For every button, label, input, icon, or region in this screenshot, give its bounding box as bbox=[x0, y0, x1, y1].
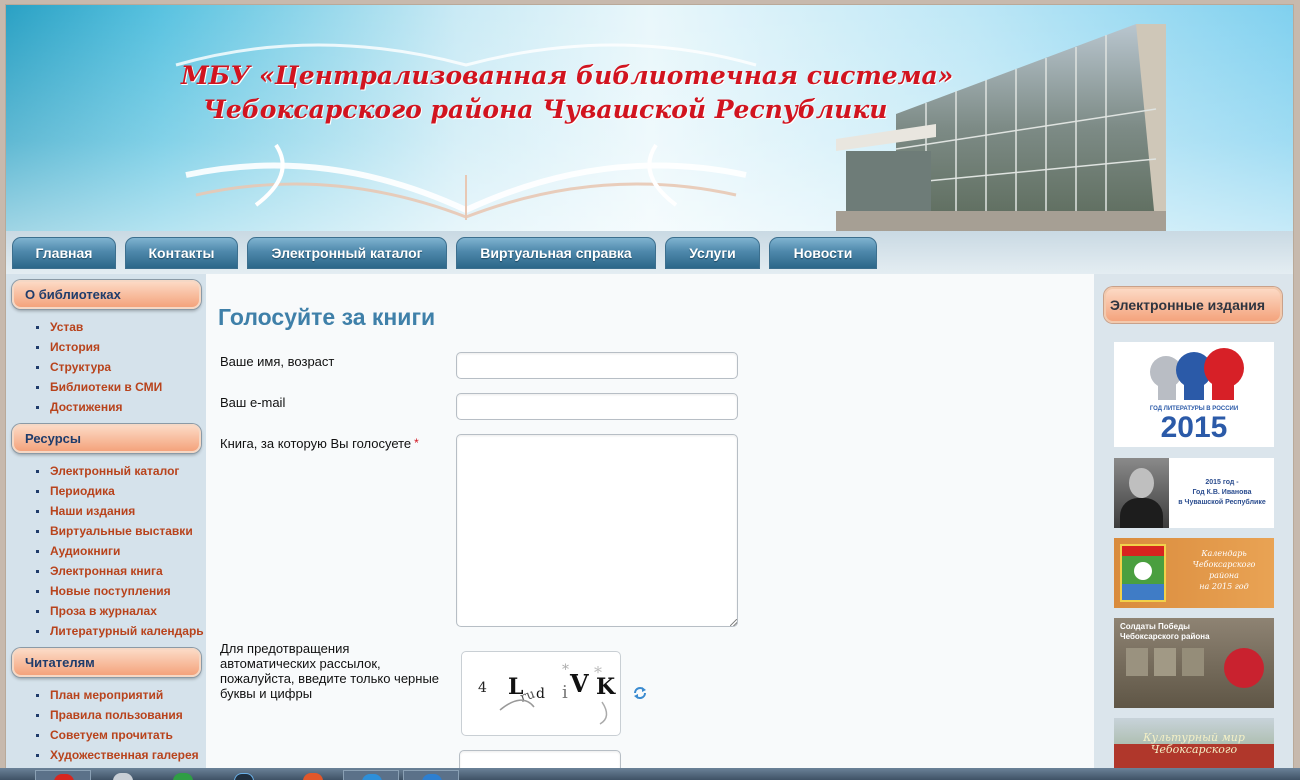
svg-text:d: d bbox=[536, 686, 545, 702]
sidebar-item-prose[interactable]: Проза в журналах bbox=[36, 604, 157, 618]
taskbar-app7[interactable] bbox=[403, 770, 459, 780]
left-sidebar: О библиотеках Устав История Структура Би… bbox=[6, 274, 206, 779]
right-sidebar: Электронные издания ГОД ЛИТЕРАТУРЫ В РОС… bbox=[1094, 274, 1293, 779]
main-nav: Главная Контакты Электронный каталог Вир… bbox=[6, 231, 1293, 274]
captcha-image: 4 L ru d i V K * * bbox=[461, 651, 621, 736]
sidebar-item-publications[interactable]: Наши издания bbox=[36, 504, 135, 518]
nav-e-catalog[interactable]: Электронный каталог bbox=[247, 237, 447, 269]
svg-text:*: * bbox=[594, 663, 602, 682]
sidebar-item-gallery[interactable]: Художественная галерея bbox=[36, 748, 199, 762]
sidebar-item-e-catalog[interactable]: Электронный каталог bbox=[36, 464, 179, 478]
refresh-captcha-icon[interactable] bbox=[633, 686, 647, 700]
carnations-image bbox=[1224, 648, 1264, 688]
sidebar-item-charter[interactable]: Устав bbox=[36, 320, 83, 334]
monitor-icon bbox=[234, 773, 254, 780]
svg-text:*: * bbox=[562, 662, 569, 678]
captcha-label: Для предотвращения автоматических рассыл… bbox=[220, 641, 440, 701]
banner-victory-soldiers[interactable]: Солдаты Победы Чебоксарского района bbox=[1114, 618, 1274, 708]
svg-text:i: i bbox=[562, 682, 568, 703]
sidebar-item-recommend[interactable]: Советуем прочитать bbox=[36, 728, 173, 742]
sidebar-item-periodicals[interactable]: Периодика bbox=[36, 484, 115, 498]
app-icon bbox=[362, 774, 382, 780]
name-input[interactable] bbox=[456, 352, 738, 379]
svg-text:V: V bbox=[569, 669, 589, 698]
folder-icon bbox=[113, 773, 133, 780]
app-icon bbox=[173, 773, 193, 780]
taskbar-app3[interactable] bbox=[155, 770, 211, 780]
sidebar-item-audiobooks[interactable]: Аудиокниги bbox=[36, 544, 120, 558]
e-publications-title: Электронные издания bbox=[1104, 287, 1282, 323]
header-title-line2: Чебоксарского района Чувашской Республик… bbox=[203, 95, 888, 124]
required-marker: * bbox=[414, 436, 419, 450]
sidebar-item-new-arrivals[interactable]: Новые поступления bbox=[36, 584, 171, 598]
nav-services[interactable]: Услуги bbox=[665, 237, 760, 269]
main-content: Голосуйте за книги Ваше имя, возраст Ваш… bbox=[206, 274, 1094, 779]
site-header: МБУ «Централизованная библиотечная систе… bbox=[6, 5, 1293, 231]
sidebar-item-virtual-exhibitions[interactable]: Виртуальные выставки bbox=[36, 524, 193, 538]
taskbar-files[interactable] bbox=[95, 770, 151, 780]
sidebar-item-lit-calendar[interactable]: Литературный календарь bbox=[36, 624, 204, 638]
captcha-glyphs: 4 L ru d i V K * * bbox=[478, 662, 616, 725]
nav-home[interactable]: Главная bbox=[12, 237, 116, 269]
app-icon bbox=[422, 774, 442, 780]
sidebar-item-media[interactable]: Библиотеки в СМИ bbox=[36, 380, 162, 394]
book-label: Книга, за которую Вы голосуете * bbox=[220, 436, 419, 451]
sidebar-section-about[interactable]: О библиотеках bbox=[12, 280, 201, 309]
banner-district-calendar[interactable]: Календарь Чебоксарского района на 2015 г… bbox=[1114, 538, 1274, 608]
sidebar-section-readers[interactable]: Читателям bbox=[12, 648, 201, 677]
email-input[interactable] bbox=[456, 393, 738, 420]
nav-news[interactable]: Новости bbox=[769, 237, 877, 269]
email-label: Ваш e-mail bbox=[220, 395, 286, 410]
nav-virtual-help[interactable]: Виртуальная справка bbox=[456, 237, 656, 269]
banner-year-of-literature[interactable]: ГОД ЛИТЕРАТУРЫ В РОССИИ 2015 bbox=[1114, 342, 1274, 447]
browser-page: МБУ «Централизованная библиотечная систе… bbox=[5, 4, 1294, 780]
book-textarea-wrap bbox=[456, 434, 738, 627]
book-textarea[interactable] bbox=[456, 434, 738, 627]
name-label: Ваше имя, возраст bbox=[220, 354, 335, 369]
resize-handle-icon[interactable] bbox=[730, 619, 737, 626]
library-building-photo bbox=[836, 24, 1166, 231]
sidebar-item-rules[interactable]: Правила пользования bbox=[36, 708, 183, 722]
svg-text:4: 4 bbox=[478, 680, 487, 696]
banner-ivanov-year[interactable]: 2015 год - Год К.В. Иванова в Чувашской … bbox=[1114, 458, 1274, 528]
sidebar-item-events[interactable]: План мероприятий bbox=[36, 688, 163, 702]
portrait-photo bbox=[1114, 458, 1169, 528]
taskbar-app4[interactable] bbox=[230, 770, 286, 780]
sidebar-item-achievements[interactable]: Достижения bbox=[36, 400, 122, 414]
opera-icon bbox=[54, 774, 74, 780]
page-title: Голосуйте за книги bbox=[218, 304, 436, 330]
taskbar-app6[interactable] bbox=[343, 770, 399, 780]
sidebar-item-history[interactable]: История bbox=[36, 340, 100, 354]
nav-contacts[interactable]: Контакты bbox=[125, 237, 238, 269]
sidebar-section-resources[interactable]: Ресурсы bbox=[12, 424, 201, 453]
app-icon bbox=[303, 773, 323, 780]
taskbar-app5[interactable] bbox=[285, 770, 341, 780]
banner-year: 2015 bbox=[1160, 411, 1228, 444]
os-taskbar bbox=[0, 768, 1300, 780]
taskbar-browser[interactable] bbox=[35, 770, 91, 780]
sidebar-item-ebook[interactable]: Электронная книга bbox=[36, 564, 163, 578]
sidebar-item-structure[interactable]: Структура bbox=[36, 360, 111, 374]
coat-of-arms-icon bbox=[1120, 544, 1166, 602]
